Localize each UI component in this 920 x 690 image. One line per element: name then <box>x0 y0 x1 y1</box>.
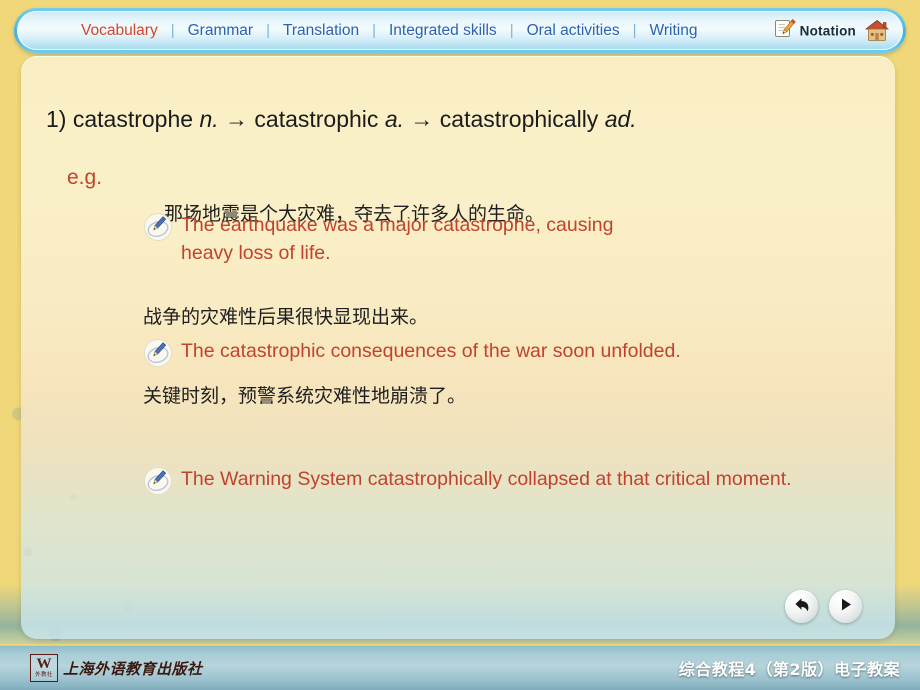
headword-adverb-word: catastrophically <box>439 106 599 132</box>
publisher-name: 上海外语教育出版社 <box>63 659 203 678</box>
home-button[interactable] <box>864 18 890 44</box>
nav-item-translation[interactable]: Translation <box>270 22 372 40</box>
nav-items: Vocabulary | Grammar | Translation | Int… <box>68 22 710 40</box>
nav-item-grammar[interactable]: Grammar <box>175 22 266 40</box>
next-button[interactable] <box>829 590 862 623</box>
headword-derived-pos: a. <box>384 106 404 132</box>
example-3: 关键时刻，预警系统灾难性地崩溃了。 The Warning System cat… <box>143 381 873 496</box>
logo-sub-text: 外教社 <box>35 672 53 679</box>
pencil-icon <box>143 212 173 242</box>
top-navigation-inner: Vocabulary | Grammar | Translation | Int… <box>17 11 903 50</box>
nav-item-integrated-skills[interactable]: Integrated skills <box>376 22 510 40</box>
example-2-chinese: 战争的灾难性后果很快显现出来。 <box>143 306 429 328</box>
publisher-logo: W 外教社 上海外语教育出版社 <box>30 654 203 682</box>
notation-label: Notation <box>799 23 856 38</box>
headword-derived-word: catastrophic <box>254 106 379 132</box>
example-2-english-row: The catastrophic consequences of the war… <box>143 337 883 368</box>
back-button[interactable] <box>785 590 818 623</box>
example-2-english: The catastrophic consequences of the war… <box>181 340 681 362</box>
headword-base-pos: n. <box>199 106 219 132</box>
nav-item-vocabulary[interactable]: Vocabulary <box>68 22 171 40</box>
footer-bar: W 外教社 上海外语教育出版社 综合教程4（第2版）电子教案 <box>0 645 920 690</box>
notation-button[interactable]: Notation <box>773 16 856 45</box>
example-2: 战争的灾难性后果很快显现出来。 The catastrophic consequ… <box>143 302 883 368</box>
example-1-english-row: The earthquake was a major catastrophe, … <box>143 211 651 268</box>
nav-item-writing[interactable]: Writing <box>637 22 711 40</box>
house-icon <box>864 19 890 48</box>
courseware-title: 综合教程4（第2版）电子教案 <box>678 660 900 679</box>
nav-item-oral-activities[interactable]: Oral activities <box>514 22 633 40</box>
arrow-icon: → <box>225 106 249 132</box>
play-forward-icon <box>836 595 855 619</box>
headword-number: 1) <box>46 106 67 132</box>
pencil-notepad-icon <box>773 16 797 45</box>
headword-base-word: catastrophe <box>72 106 194 132</box>
pencil-icon <box>143 338 173 368</box>
headword-line: 1) catastrophe n. → catastrophic a. → ca… <box>46 106 637 133</box>
arrow-icon: → <box>410 106 434 132</box>
example-3-english-row: The Warning System catastrophically coll… <box>143 465 873 496</box>
content-card: 1) catastrophe n. → catastrophic a. → ca… <box>21 56 895 639</box>
back-arrow-icon <box>792 595 811 619</box>
headword-adverb-pos: ad. <box>604 106 637 132</box>
example-3-chinese: 关键时刻，预警系统灾难性地崩溃了。 <box>143 385 467 407</box>
logo-letter: W <box>36 656 52 673</box>
sflep-logo-mark: W 外教社 <box>30 654 58 682</box>
top-navigation-bar: Vocabulary | Grammar | Translation | Int… <box>14 8 906 53</box>
example-1-english: The earthquake was a major catastrophe, … <box>181 214 614 265</box>
example-label: e.g. <box>67 166 103 189</box>
example-3-english: The Warning System catastrophically coll… <box>181 468 792 490</box>
pencil-icon <box>143 466 173 496</box>
